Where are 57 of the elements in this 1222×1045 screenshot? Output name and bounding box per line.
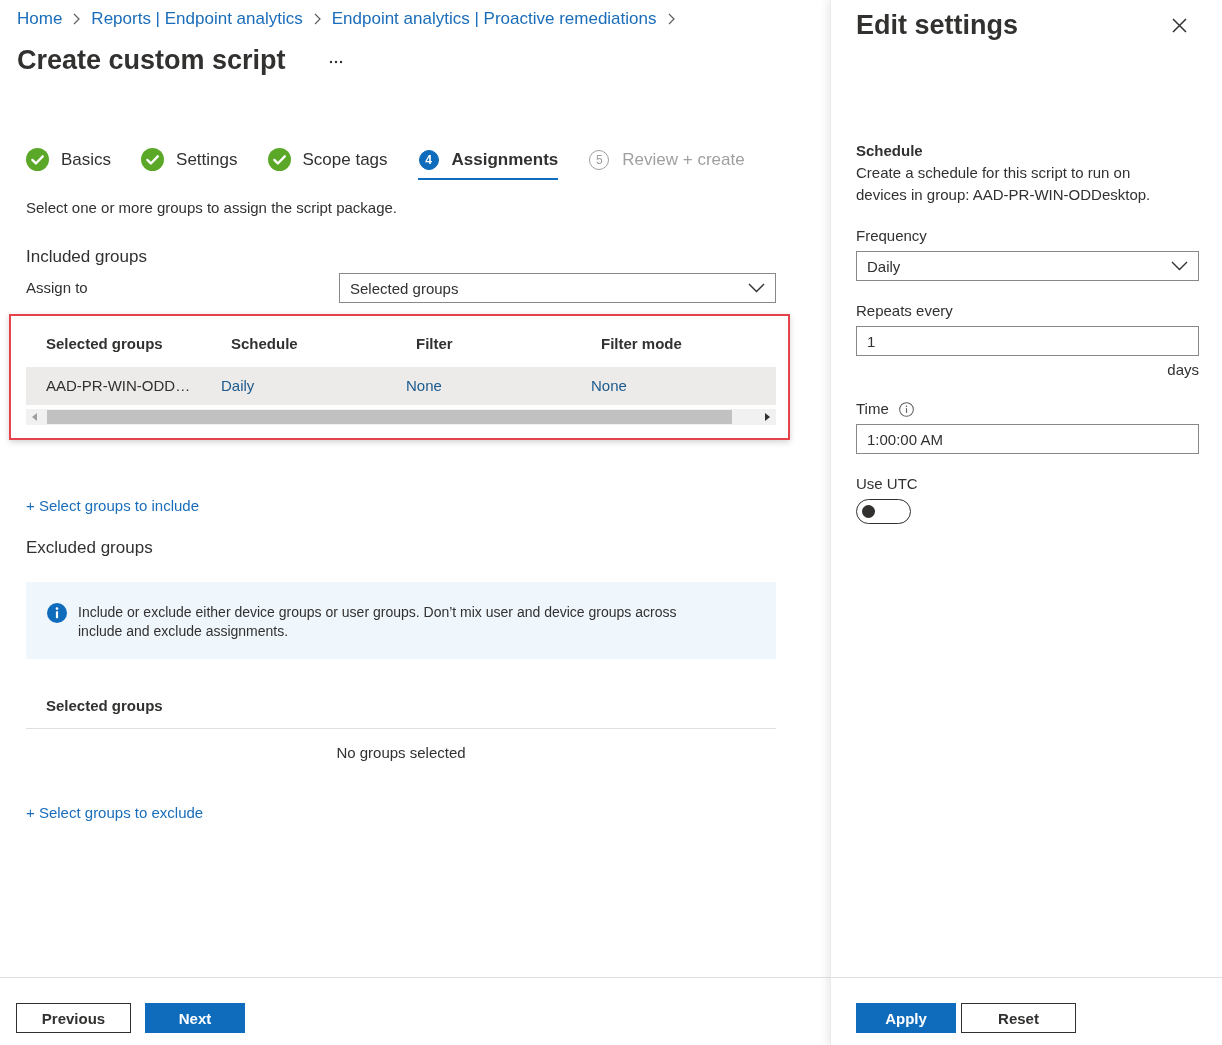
cell-link[interactable]: None — [581, 376, 776, 396]
reset-button[interactable]: Reset — [961, 1003, 1076, 1033]
assign-to-dropdown[interactable]: Selected groups — [339, 273, 776, 303]
breadcrumb-link[interactable]: Home — [17, 8, 63, 30]
section-heading: Included groups — [26, 246, 148, 268]
close-icon[interactable] — [1172, 17, 1187, 33]
column-header: Filter mode — [600, 334, 683, 354]
instruction-text: Select one or more groups to assign the script package. — [26, 198, 399, 218]
step-number: 4 — [418, 149, 439, 170]
column-header: Selected groups — [45, 334, 164, 354]
previous-button[interactable]: Previous — [16, 1003, 131, 1033]
panel-title: Edit settings — [856, 9, 1018, 42]
toggle-switch[interactable] — [856, 499, 911, 524]
cell-link[interactable]: None — [396, 376, 581, 396]
table-cell-text: AAD-PR-WIN-ODD… — [45, 376, 192, 396]
wizard-tab[interactable]: Scope tags — [267, 148, 388, 180]
section-description: Create a schedule for this script to run on devices in group: AAD-PR-WIN-ODDesktop. — [856, 163, 1152, 205]
scrollbar-thumb[interactable] — [47, 410, 732, 424]
section-title: Schedule — [856, 141, 924, 161]
chevron-right-icon — [667, 13, 675, 25]
more-icon[interactable] — [328, 60, 343, 64]
column-header: Selected groups — [45, 696, 164, 716]
field-label: Frequency — [856, 226, 927, 246]
section-heading: Excluded groups — [26, 537, 154, 559]
breadcrumb-link[interactable]: Reports | Endpoint analytics — [91, 8, 303, 30]
field-label: Assign to — [26, 278, 89, 298]
wizard-tab[interactable]: 4 Assignments — [417, 148, 559, 180]
apply-button[interactable]: Apply — [856, 1003, 956, 1033]
table-row[interactable]: AAD-PR-WIN-ODD… Daily None None — [26, 367, 776, 405]
info-message: Include or exclude either device groups or user groups. Don’t mix user and device groups across include and exclude assignments. — [78, 603, 678, 641]
wizard-tab[interactable]: Basics — [26, 148, 112, 180]
chevron-right-icon — [73, 13, 81, 25]
page-title: Create custom script — [17, 44, 286, 77]
text-field[interactable]: 1:00:00 AM — [856, 424, 1199, 454]
chevron-down-icon — [1171, 261, 1188, 271]
chevron-right-icon — [313, 13, 321, 25]
wizard-tab[interactable]: Settings — [141, 148, 238, 180]
info-icon — [47, 603, 67, 623]
column-header: Filter — [415, 334, 454, 354]
field-label: Use UTC — [856, 474, 918, 494]
chevron-down-icon — [748, 283, 765, 293]
field-label: Time — [856, 399, 889, 419]
info-icon[interactable] — [898, 401, 914, 417]
column-header: Schedule — [230, 334, 299, 354]
cell-link[interactable]: Daily — [211, 376, 396, 396]
empty-message: No groups selected — [336, 743, 466, 763]
field-label: Repeats every — [856, 301, 953, 321]
add-groups-link[interactable]: + Select groups to exclude — [26, 803, 204, 823]
step-number: 5 — [589, 149, 610, 170]
scroll-right-icon[interactable] — [765, 413, 770, 421]
text-field[interactable]: 1 — [856, 326, 1199, 356]
breadcrumb-link[interactable]: Endpoint analytics | Proactive remediations — [331, 8, 657, 30]
next-button[interactable]: Next — [145, 1003, 245, 1033]
unit-label: days — [1167, 360, 1199, 380]
horizontal-scrollbar[interactable] — [26, 409, 776, 425]
frequency-dropdown[interactable]: Daily — [856, 251, 1199, 281]
add-groups-link[interactable]: + Select groups to include — [26, 496, 200, 516]
